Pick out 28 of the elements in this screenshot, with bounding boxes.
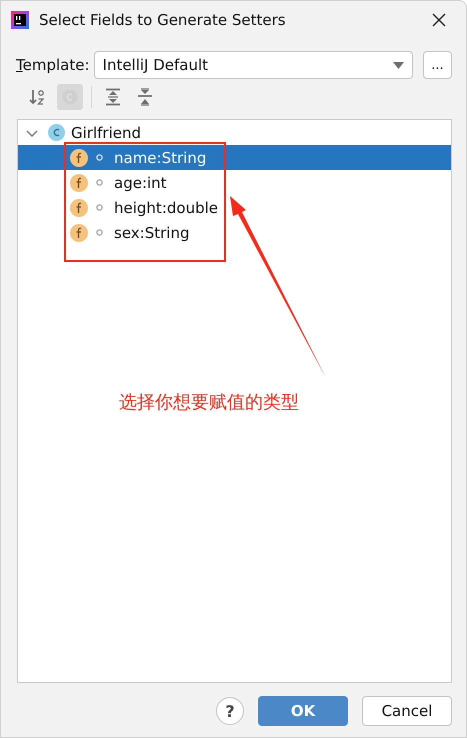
class-icon: [48, 124, 65, 141]
field-item[interactable]: height:double: [18, 195, 451, 220]
dropdown-caret-icon[interactable]: [393, 62, 404, 68]
field-icon: [70, 174, 88, 192]
field-icon: [70, 148, 88, 166]
close-icon[interactable]: [432, 13, 446, 27]
template-label: Template:: [16, 56, 90, 74]
sort-alphabetical-icon[interactable]: [29, 88, 47, 106]
visibility-dot-icon: [96, 229, 103, 236]
help-button[interactable]: ?: [216, 697, 244, 725]
field-icon: [70, 198, 88, 216]
window-title: Select Fields to Generate Setters: [39, 11, 287, 29]
collapse-all-icon[interactable]: [136, 88, 154, 106]
field-item[interactable]: name:String: [18, 145, 451, 170]
more-button[interactable]: ...: [423, 51, 452, 79]
visibility-dot-icon: [96, 154, 103, 161]
ok-button[interactable]: OK: [258, 696, 348, 726]
cancel-button[interactable]: Cancel: [362, 696, 452, 726]
class-name[interactable]: Girlfriend: [71, 124, 141, 142]
expand-all-icon[interactable]: [104, 88, 122, 106]
visibility-dot-icon: [96, 179, 103, 186]
template-dropdown[interactable]: IntelliJ Default: [94, 51, 413, 79]
field-item[interactable]: age:int: [18, 170, 451, 195]
field-item[interactable]: sex:String: [18, 220, 451, 245]
visibility-dot-icon: [96, 204, 103, 211]
field-icon: [70, 224, 88, 242]
annotation-text: 选择你想要赋值的类型: [119, 391, 299, 414]
app-logo-icon: [11, 11, 29, 29]
